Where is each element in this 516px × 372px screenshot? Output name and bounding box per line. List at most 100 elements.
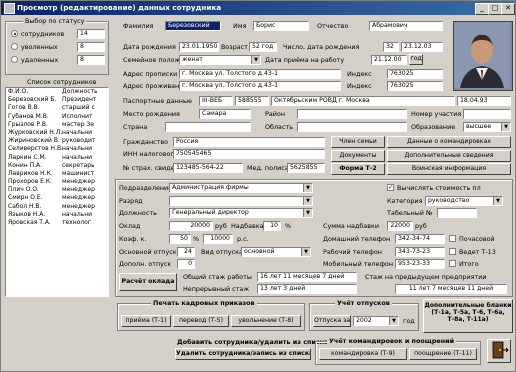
passport-number-field[interactable]: 588555 (235, 96, 269, 106)
tabno-field[interactable] (437, 208, 477, 218)
name-field[interactable]: Борис (253, 21, 309, 31)
coef-field[interactable]: 50 (169, 234, 191, 244)
hire-date-year-button[interactable]: год (409, 54, 423, 65)
military-info-button[interactable]: Воинская информация (387, 163, 511, 175)
birth-field[interactable]: 23.01.1950 (179, 42, 219, 52)
trip-t9-button[interactable]: командировка (Т-9) (319, 348, 407, 360)
hourly-label: Почасовой (459, 235, 495, 243)
list-item-position: Исполнит (62, 112, 93, 120)
list-item[interactable]: Сабол Н.В. менеджер (6, 203, 108, 211)
form-t2-button[interactable]: Форма Т-2 (331, 163, 385, 175)
work-phone-field[interactable]: 343-73-23 (395, 247, 445, 257)
radio-deleted[interactable] (11, 56, 18, 63)
radio-employees[interactable] (11, 30, 18, 37)
home-phone-field[interactable]: 342-34-74 (395, 234, 445, 244)
hire-date-field[interactable]: 23.12.03 (401, 42, 443, 52)
med-field[interactable]: 5625855 (287, 163, 325, 173)
extra-info-button[interactable]: Дополнительные сведения (387, 150, 511, 162)
list-item[interactable]: Лавриков Н.К. машинист (6, 170, 108, 178)
list-item[interactable]: Березовский Б. Президент (6, 96, 108, 104)
list-item-name: Прохоров Е.К. (8, 178, 53, 186)
mgr-select[interactable]: руководство (425, 196, 503, 206)
passport-issued-field[interactable]: Октябрьским РОВД г. Москва (271, 96, 455, 106)
list-item[interactable]: Селиверстов Н.В. начальни (6, 145, 108, 153)
index2-label: Индекс (347, 82, 372, 90)
minimize-button[interactable]: _ (475, 3, 489, 15)
order-hire-button[interactable]: приёма (Т-1) (121, 315, 171, 327)
employee-list[interactable]: Ф.И.О. Должность Березовский Б. Президент… (5, 87, 109, 297)
extra-forms-button[interactable]: Дополнительные бланки (Т-1а, Т-5а, Т-6, … (423, 299, 513, 333)
total-checkbox[interactable] (449, 260, 456, 267)
rank-select[interactable] (169, 196, 313, 206)
bonus-field[interactable]: 10 (263, 221, 281, 231)
list-item[interactable]: Ларкин С.М. начальни (6, 154, 108, 162)
list-item[interactable]: Губанов М.В. Исполнит (6, 113, 108, 121)
list-item[interactable]: Языков Н.А. начальни (6, 211, 108, 219)
address2-field[interactable]: г. Москва ул. Толстого д.43-1 (179, 81, 341, 91)
family-select[interactable]: женат (179, 55, 261, 65)
t13-checkbox[interactable] (449, 248, 456, 255)
list-item-name: Селиверстов Н.В. (8, 145, 64, 153)
mobile-field[interactable]: 953-23-33 (395, 259, 445, 269)
work-phone-label: Рабочий телефон (323, 248, 382, 256)
documents-button[interactable]: Документы (331, 150, 385, 162)
pension-field[interactable]: 123485-564-22 (173, 163, 243, 173)
trips-data-button[interactable]: Данные о командировках (387, 136, 511, 148)
dept-select[interactable]: Администрация фирмы (169, 183, 313, 193)
passport-series-field[interactable]: III-ВЕБ (199, 96, 233, 106)
bonus-unit: % (285, 222, 292, 230)
birthplace-field[interactable]: Самара (199, 109, 251, 119)
hire-date-field-2[interactable]: 21.12.00 (371, 55, 407, 65)
address-field[interactable]: г. Москва ул. Толстого д.43-1 (179, 69, 341, 79)
list-item[interactable]: Грызлов Р.В. мастер Зе (6, 121, 108, 129)
hourly-checkbox[interactable] (449, 235, 456, 242)
vacation-kind-select[interactable]: основной (241, 247, 311, 257)
order-dismiss-button[interactable]: увольнение (Т-8) (231, 315, 301, 327)
salary-field[interactable]: 20000 (169, 221, 213, 231)
family-members-button[interactable]: Член семьи (331, 136, 385, 148)
maximize-button[interactable]: □ (488, 3, 502, 15)
phone-field[interactable] (463, 109, 511, 119)
bonus-value-label: Сумма надбавки (323, 222, 379, 230)
list-item[interactable]: Прохоров Е.К. менеджер (6, 178, 108, 186)
reward-t11-button[interactable]: поощрение (Т-11) (409, 348, 477, 360)
index-field[interactable]: 763025 (387, 69, 443, 79)
patronymic-field[interactable]: Абрамович (369, 21, 443, 31)
position-label: Должность (119, 209, 157, 217)
list-item[interactable]: Плич О.О. менеджер (6, 186, 108, 194)
inn-field[interactable]: 750545465 (173, 149, 325, 159)
order-transfer-button[interactable]: перевод (Т-5) (173, 315, 229, 327)
surname-field[interactable]: Березовский (165, 21, 221, 31)
citizenship-field[interactable]: Россия (173, 137, 325, 147)
close-button[interactable]: ✕ (501, 3, 515, 15)
position-select[interactable]: Генеральный директор (169, 208, 313, 218)
delete-employee-button[interactable]: Удалить сотрудника/запись из списка (175, 348, 311, 360)
list-item[interactable]: Смирн О.Е. менеджер (6, 194, 108, 202)
oblast-field[interactable] (297, 122, 407, 132)
list-item-position: начальни (62, 145, 93, 153)
list-item[interactable]: Конин П.А. секретарь (6, 162, 108, 170)
list-item[interactable]: Гогов В.В. старший с (6, 104, 108, 112)
calc-flag-checkbox[interactable]: ✓ (387, 184, 394, 191)
country-field[interactable] (165, 122, 251, 132)
education-select[interactable]: высшее (463, 122, 511, 132)
radio-dismissed[interactable] (11, 43, 18, 50)
hire-day-field[interactable]: 32 (383, 42, 399, 52)
kids-label: Дата приёма на работу (265, 56, 345, 64)
index-label: Индекс (347, 70, 372, 78)
vacation-field[interactable]: 24 (177, 247, 195, 257)
vacations-button[interactable]: Отпуска за (313, 315, 351, 327)
passport-date-field[interactable]: 18.04.93 (457, 96, 511, 106)
index2-field[interactable]: 763025 (387, 81, 443, 91)
calc-flag-label: Вычислять стоимость пл (397, 184, 481, 192)
region-field[interactable] (297, 109, 407, 119)
bonus-value-field: 22000 (387, 221, 413, 231)
list-item[interactable]: Яровская Т.А. технолог (6, 219, 108, 227)
vacations-year-select[interactable]: 2002 (353, 316, 399, 326)
stage-field: 16 лет 11 месяцев 7 дней (257, 272, 357, 282)
add-vacation-field[interactable]: 0 (177, 259, 195, 269)
list-item[interactable]: Жириновский В. руководит (6, 137, 108, 145)
list-item[interactable]: Журковский Н.Л. начальни (6, 129, 108, 137)
exit-button[interactable] (487, 339, 511, 363)
salary-calc-button[interactable]: Расчёт оклада (119, 273, 177, 291)
